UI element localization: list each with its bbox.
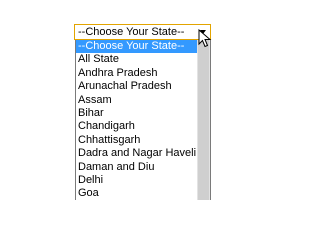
option-dadra-and-nagar-haveli[interactable]: Dadra and Nagar Haveli [76, 147, 197, 160]
option-daman-and-diu[interactable]: Daman and Diu [76, 161, 197, 174]
option-arunachal-pradesh[interactable]: Arunachal Pradesh [76, 80, 197, 93]
option-goa[interactable]: Goa [76, 187, 197, 200]
option-andhra-pradesh[interactable]: Andhra Pradesh [76, 67, 197, 80]
option-chandigarh[interactable]: Chandigarh [76, 120, 197, 133]
chevron-down-icon[interactable] [196, 25, 210, 39]
scrollbar-thumb[interactable] [198, 40, 209, 200]
option-choose-your-state[interactable]: --Choose Your State-- [76, 40, 197, 54]
option-chhattisgarh[interactable]: Chhattisgarh [76, 134, 197, 147]
option-bihar[interactable]: Bihar [76, 107, 197, 120]
dropdown-scrollbar[interactable] [197, 40, 210, 200]
state-dropdown-list: --Choose Your State-- All State Andhra P… [75, 40, 211, 200]
state-select[interactable]: --Choose Your State-- [74, 24, 211, 40]
option-list: --Choose Your State-- All State Andhra P… [76, 40, 197, 200]
option-all-state[interactable]: All State [76, 53, 197, 66]
option-assam[interactable]: Assam [76, 94, 197, 107]
state-select-value: --Choose Your State-- [78, 26, 185, 38]
page: --Choose Your State-- --Choose Your Stat… [0, 0, 320, 200]
option-delhi[interactable]: Delhi [76, 174, 197, 187]
